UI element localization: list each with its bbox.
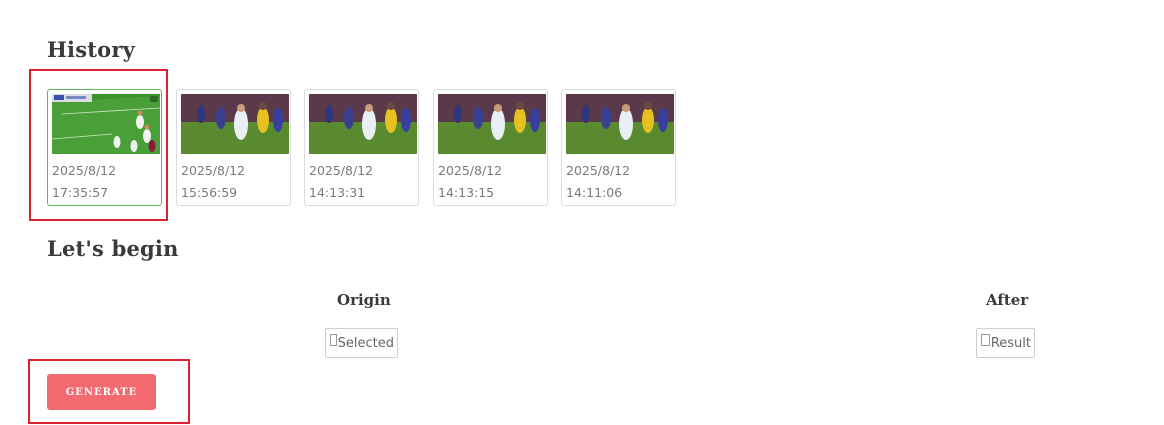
after-label: After bbox=[986, 291, 1029, 309]
history-thumbnail bbox=[309, 94, 417, 154]
history-item[interactable]: 2025/8/12 14:11:06 bbox=[561, 89, 676, 206]
history-item[interactable]: 2025/8/12 15:56:59 bbox=[176, 89, 291, 206]
history-item[interactable]: 2025/8/12 14:13:15 bbox=[433, 89, 548, 206]
history-date: 2025/8/12 bbox=[438, 163, 503, 178]
history-item[interactable]: 2025/8/12 14:13:31 bbox=[304, 89, 419, 206]
history-heading: History bbox=[47, 37, 136, 62]
broken-image-icon bbox=[981, 334, 990, 346]
history-time: 14:11:06 bbox=[566, 185, 623, 200]
history-item[interactable]: 2025/8/12 17:35:57 bbox=[47, 89, 162, 206]
broken-image-icon bbox=[330, 334, 337, 346]
history-date: 2025/8/12 bbox=[309, 163, 374, 178]
history-date: 2025/8/12 bbox=[181, 163, 246, 178]
origin-image-alt: Selected bbox=[337, 335, 394, 351]
history-time: 14:13:15 bbox=[438, 185, 495, 200]
history-time: 15:56:59 bbox=[181, 185, 238, 200]
history-date: 2025/8/12 bbox=[52, 163, 117, 178]
history-thumbnail bbox=[52, 94, 160, 154]
history-thumbnail bbox=[181, 94, 289, 154]
result-image: Result bbox=[976, 328, 1035, 358]
page: History 2025/8/12 17:35:57 2025/8/12 15:… bbox=[0, 0, 1164, 425]
history-thumbnail bbox=[566, 94, 674, 154]
generate-button[interactable]: GENERATE bbox=[47, 374, 156, 410]
history-thumbnail bbox=[438, 94, 546, 154]
origin-image: Selected bbox=[325, 328, 398, 358]
result-image-alt: Result bbox=[990, 335, 1031, 351]
history-time: 14:13:31 bbox=[309, 185, 366, 200]
history-time: 17:35:57 bbox=[52, 185, 109, 200]
history-date: 2025/8/12 bbox=[566, 163, 631, 178]
lets-begin-heading: Let's begin bbox=[47, 236, 179, 261]
origin-label: Origin bbox=[337, 291, 391, 309]
